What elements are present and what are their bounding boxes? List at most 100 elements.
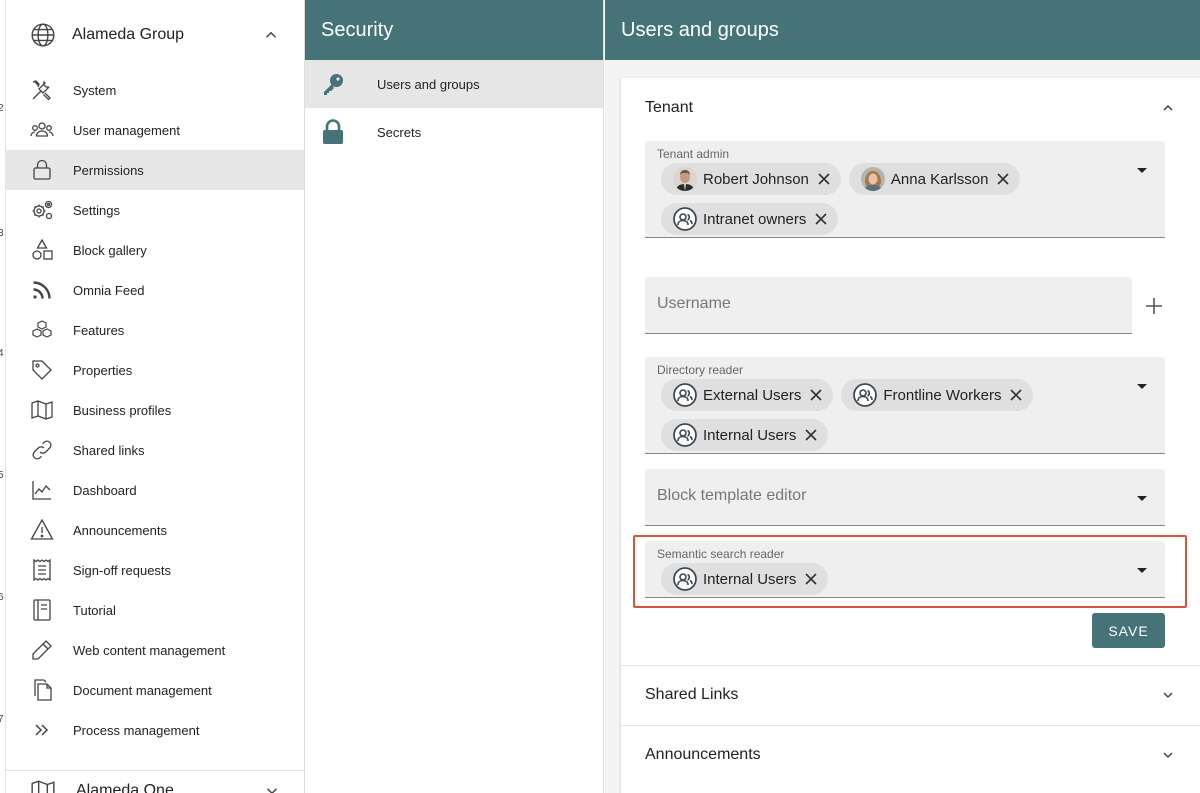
warning-icon [30,518,54,542]
sidebar-item-label: Tutorial [73,602,116,618]
dropdown-arrow-icon[interactable] [1137,496,1147,501]
chevron-down-icon[interactable] [1160,747,1176,763]
pencil-icon [30,638,54,662]
sidebar-item-permissions[interactable]: Permissions [6,150,304,190]
sidebar-item-announcements[interactable]: Announcements [6,510,304,550]
semantic-search-reader-field[interactable]: Semantic search reader Internal Users [645,541,1165,598]
close-icon[interactable] [814,212,828,226]
close-icon[interactable] [809,388,823,402]
shared-links-section-header[interactable]: Shared Links [621,665,1200,725]
username-placeholder: Username [657,295,731,312]
chevron-up-icon[interactable] [1160,100,1176,116]
dropdown-arrow-icon[interactable] [1137,568,1147,573]
gears-icon [30,198,54,222]
sidebar-item-business-profiles[interactable]: Business profiles [6,390,304,430]
close-icon[interactable] [817,172,831,186]
close-icon[interactable] [1009,388,1023,402]
tag-icon [30,358,54,382]
chip-label: Internal Users [703,426,797,444]
key-icon [321,70,345,98]
group-chip[interactable]: Internal Users [661,563,829,595]
lock-icon [30,158,54,182]
sidebar-item-properties[interactable]: Properties [6,350,304,390]
semantic-search-reader-chips: Internal Users [661,563,1131,595]
sidebar-item-label: Permissions [73,162,144,178]
person-chip[interactable]: Anna Karlsson [848,163,1021,195]
chevron-down-icon[interactable] [1160,687,1176,703]
dropdown-arrow-icon[interactable] [1137,384,1147,389]
tenant-section-header[interactable]: Tenant [621,78,1200,138]
person-chip[interactable]: Robert Johnson [661,163,841,195]
group-chip[interactable]: Frontline Workers [841,379,1034,411]
map-icon [30,398,54,422]
sidebar-item-settings[interactable]: Settings [6,190,304,230]
edge-number: 4 [0,348,4,359]
sidebar-item-dashboard[interactable]: Dashboard [6,470,304,510]
close-icon[interactable] [804,572,818,586]
sidebar-item-label: Features [73,322,125,338]
group-chip[interactable]: External Users [661,379,834,411]
sidebar-item-label: Dashboard [73,482,137,498]
sidebar-item-shared-links[interactable]: Shared links [6,430,304,470]
dropdown-arrow-icon[interactable] [1137,168,1147,173]
edge-number: 5 [0,470,4,481]
sidebar-item-label: Sign-off requests [73,562,172,578]
security-panel: Security Users and groups Secrets [305,0,604,793]
sidebar-item-label: Business profiles [73,402,172,418]
tenant-admin-label: Tenant admin [657,147,730,161]
save-button[interactable]: SAVE [1092,613,1165,648]
group-chip[interactable]: Internal Users [661,419,829,451]
close-icon[interactable] [804,428,818,442]
avatar [673,167,697,191]
sidebar-item-label: Announcements [73,522,167,538]
sidebar-group-header-2[interactable]: Alameda One [6,770,304,793]
chip-label: External Users [703,386,802,404]
block-template-editor-field[interactable]: Block template editor [645,469,1165,526]
block-template-editor-placeholder: Block template editor [657,487,807,504]
security-item-users-and-groups[interactable]: Users and groups [305,60,603,108]
sidebar-item-label: Omnia Feed [73,282,145,298]
tenant-section-title: Tenant [645,99,694,116]
announcements-section-title: Announcements [645,746,761,763]
sidebar-item-sign-off-requests[interactable]: Sign-off requests [6,550,304,590]
sidebar-group-title: Alameda Group [72,26,185,43]
sidebar-item-system[interactable]: System [6,70,304,110]
security-item-secrets[interactable]: Secrets [305,108,603,156]
directory-reader-chips: External Users Frontline Workers Interna… [661,379,1131,451]
add-icon[interactable] [1144,296,1164,316]
security-item-label: Secrets [377,124,422,140]
sidebar-item-label: Process management [73,722,200,738]
sidebar-item-process-management[interactable]: Process management [6,710,304,750]
directory-reader-label: Directory reader [657,363,744,377]
users-and-groups-panel: Users and groups Tenant Tenant admin Rob… [605,0,1200,793]
sidebar-item-label: Block gallery [73,242,147,258]
sidebar-item-user-management[interactable]: User management [6,110,304,150]
sidebar-item-web-content-management[interactable]: Web content management [6,630,304,670]
book-icon [30,598,54,622]
sidebar-item-label: System [73,82,117,98]
chip-label: Internal Users [703,570,797,588]
receipt-icon [30,558,54,582]
directory-reader-field[interactable]: Directory reader External Users Frontlin… [645,357,1165,454]
cubes-icon [30,318,54,342]
username-field[interactable]: Username [645,277,1132,334]
sidebar-group-header[interactable]: Alameda Group [6,0,304,70]
link-icon [30,438,54,462]
announcements-section-header[interactable]: Announcements [621,725,1200,785]
edge-number: 2 [0,103,4,114]
tenant-admin-field[interactable]: Tenant admin Robert Johnson Anna Karlsso… [645,141,1165,238]
sidebar-item-document-management[interactable]: Document management [6,670,304,710]
group-chip[interactable]: Intranet owners [661,203,839,235]
edge-number: 7 [0,714,4,725]
sidebar-item-label: Properties [73,362,133,378]
close-icon[interactable] [996,172,1010,186]
chevron-up-icon[interactable] [262,26,280,44]
chevron-down-icon[interactable] [263,782,281,793]
shared-links-section-title: Shared Links [645,686,739,703]
sidebar-item-tutorial[interactable]: Tutorial [6,590,304,630]
sidebar-item-block-gallery[interactable]: Block gallery [6,230,304,270]
sidebar-item-features[interactable]: Features [6,310,304,350]
globe-icon [31,23,55,47]
avatar [860,167,885,191]
sidebar-item-omnia-feed[interactable]: Omnia Feed [6,270,304,310]
